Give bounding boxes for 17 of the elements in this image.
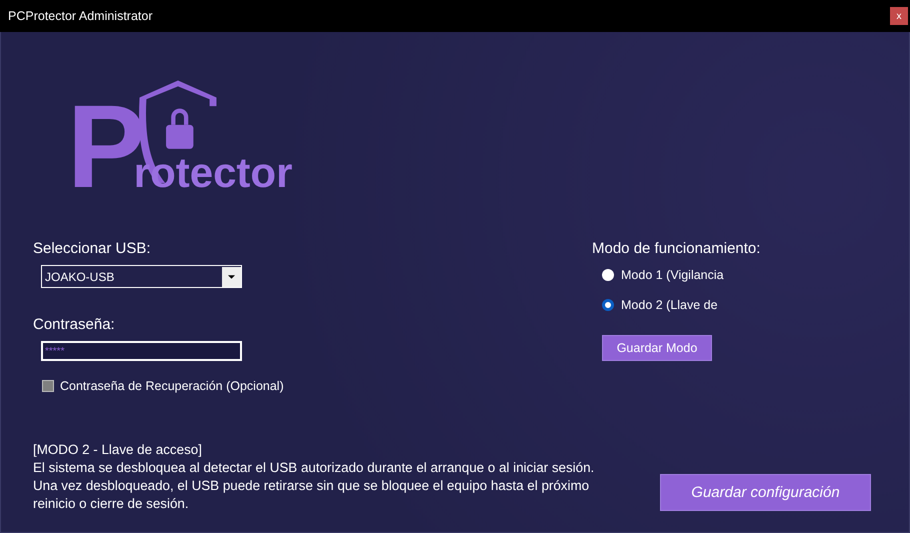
- save-mode-button[interactable]: Guardar Modo: [602, 335, 712, 361]
- caret-icon: [222, 266, 241, 286]
- window-title: PCProtector Administrator: [8, 9, 152, 23]
- description-line: reinicio o cierre de sesión.: [33, 495, 190, 513]
- mode-radio[interactable]: Modo 1 (Vigilancia: [602, 267, 760, 283]
- usb-label: Seleccionar USB:: [33, 240, 152, 257]
- mode-label: Modo de funcionamiento:: [592, 240, 760, 257]
- description-line: [MODO 2 - Llave de acceso]: [33, 441, 203, 459]
- description-line: Una vez desbloqueado, el USB puede retirarse sin que se bloquee el equipo hasta el próximo: [33, 477, 590, 495]
- recovery-checkbox[interactable]: Contraseña de Recuperación (Opcional): [42, 379, 592, 393]
- mode-radio[interactable]: Modo 2 (Llave de: [602, 297, 760, 313]
- description-line: El sistema se desbloquea al detectar el USB autorizado durante el arranque o al iniciar sesión.: [33, 459, 596, 477]
- password-field[interactable]: *****: [41, 341, 242, 361]
- close-button[interactable]: x: [890, 7, 908, 25]
- save-config-button[interactable]: Guardar configuración: [660, 474, 871, 511]
- password-label: Contraseña:: [33, 316, 116, 333]
- usb-dropdown[interactable]: JOAKO-USB: [41, 265, 242, 288]
